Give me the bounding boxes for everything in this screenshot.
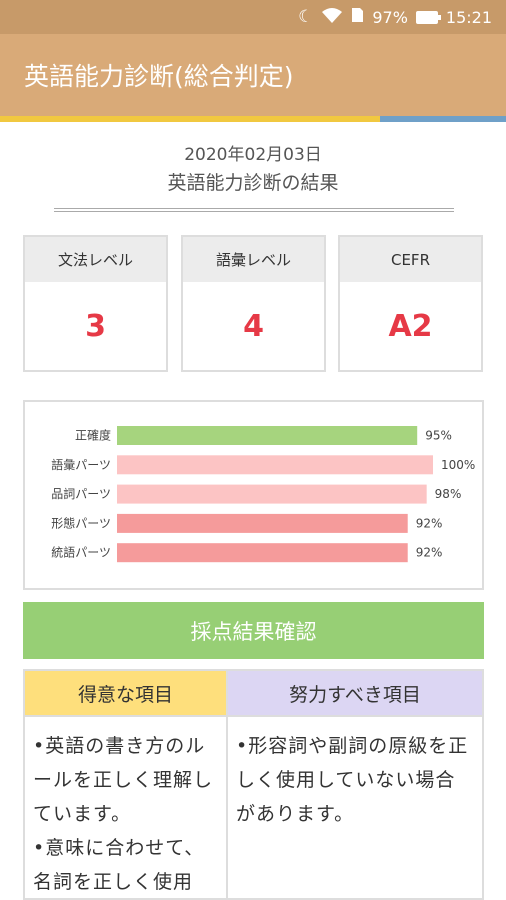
chart-value-label: 92% (416, 546, 443, 560)
vocabulary-level-card: 語彙レベル 4 (181, 235, 326, 372)
assessment-table: 得意な項目 •英語の書き方のルールを正しく理解しています。 •意味に合わせて、名… (23, 669, 484, 900)
sim-card-icon (351, 7, 364, 27)
chart-value-label: 98% (435, 487, 462, 501)
app-bar: 英語能力診断(総合判定) (0, 34, 506, 116)
clock: 15:21 (445, 7, 492, 27)
grammar-level-card: 文法レベル 3 (23, 235, 168, 372)
weakness-item: •形容詞や副詞の原級を正しく使用していない場合があります。 (236, 735, 469, 825)
battery-icon (415, 10, 441, 24)
strengths-header: 得意な項目 (25, 671, 226, 717)
weaknesses-body: •形容詞や副詞の原級を正しく使用していない場合があります。 (228, 717, 482, 831)
title-divider (54, 208, 454, 212)
chart-bar (117, 426, 418, 445)
weaknesses-header: 努力すべき項目 (228, 671, 482, 717)
battery-percent: 97% (372, 7, 408, 27)
page-title: 英語能力診断(総合判定) (24, 62, 294, 91)
strength-item: •英語の書き方のルールを正しく理解しています。 (33, 735, 214, 825)
chart-bar (117, 484, 427, 504)
card-value: 4 (243, 308, 264, 344)
chart-value-label: 100% (441, 458, 475, 472)
chart-value-label: 95% (425, 429, 452, 443)
wifi-icon (321, 7, 343, 27)
card-label: 語彙レベル (183, 237, 324, 282)
chart-category-label: 正確度 (75, 428, 111, 443)
chart-category-label: 語彙パーツ (51, 457, 111, 472)
chart-bar (117, 513, 408, 533)
chart-category-label: 品詞パーツ (51, 487, 111, 501)
result-title: 英語能力診断の結果 (167, 172, 339, 194)
main-content: 2020年02月03日 英語能力診断の結果 文法レベル 3 語彙レベル 4 CE… (0, 122, 506, 900)
chart-value-label: 92% (416, 516, 443, 530)
chart-bar (117, 543, 408, 563)
chart-category-label: 形態パーツ (51, 515, 111, 530)
confirm-results-button[interactable]: 採点結果確認 (23, 602, 484, 659)
card-value: A2 (388, 308, 433, 344)
card-label: 文法レベル (25, 237, 166, 282)
cefr-card: CEFR A2 (338, 235, 483, 372)
result-date: 2020年02月03日 (184, 145, 322, 165)
weaknesses-column: 努力すべき項目 •形容詞や副詞の原級を正しく使用していない場合があります。 (228, 671, 482, 898)
strength-item: •意味に合わせて、名詞を正しく使用 (33, 837, 205, 893)
moon-icon: ☾ (298, 6, 314, 27)
card-value: 3 (85, 308, 106, 344)
strengths-column: 得意な項目 •英語の書き方のルールを正しく理解しています。 •意味に合わせて、名… (25, 671, 228, 898)
chart-bar (117, 455, 433, 475)
score-chart-svg: 正確度 95% 語彙パーツ 100% 品詞パーツ 98% 形態パーツ 92% 統語パーツ 92% (51, 426, 475, 563)
status-bar: ☾ 97% 15:21 (0, 0, 506, 34)
card-label: CEFR (340, 237, 481, 282)
strengths-body: •英語の書き方のルールを正しく理解しています。 •意味に合わせて、名詞を正しく使… (25, 717, 226, 899)
score-chart: 正確度 95% 語彙パーツ 100% 品詞パーツ 98% 形態パーツ 92% 統語パーツ 92% (23, 400, 484, 590)
chart-category-label: 統語パーツ (51, 545, 111, 560)
